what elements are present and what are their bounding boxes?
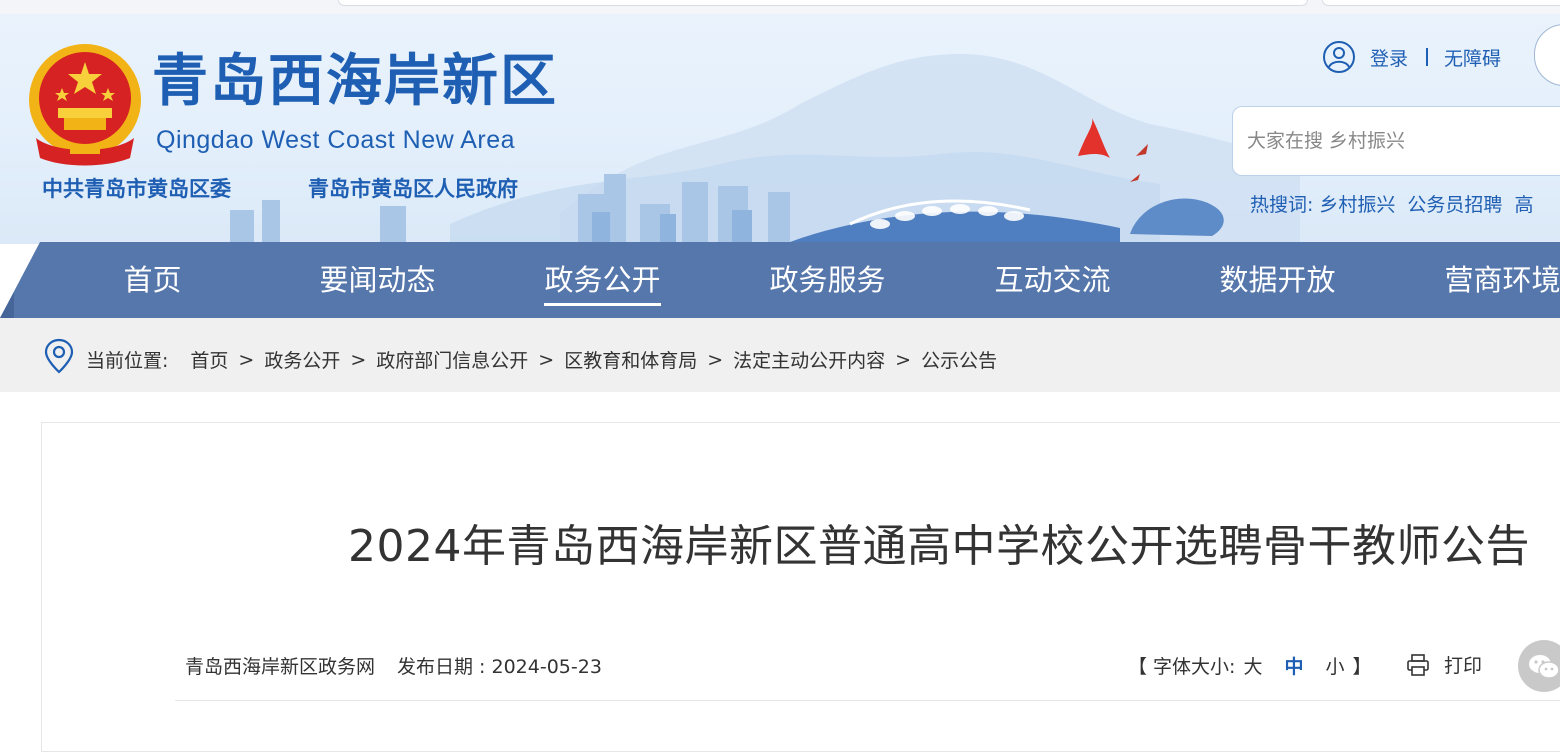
login-link[interactable]: 登录	[1370, 44, 1408, 71]
breadcrumb-separator: >	[238, 348, 255, 371]
site-header: 青岛西海岸新区 Qingdao West Coast New Area 中共青岛…	[0, 14, 1560, 244]
article-card	[41, 422, 1560, 752]
search-box	[1232, 106, 1560, 176]
hot-search-label: 热搜词:	[1250, 194, 1314, 216]
hot-word-truncated[interactable]: 高	[1514, 190, 1533, 217]
wechat-icon	[1529, 655, 1560, 679]
breadcrumb-label: 当前位置:	[86, 350, 169, 372]
font-size-large[interactable]: 大	[1243, 652, 1262, 679]
breadcrumb-separator: >	[350, 348, 367, 371]
nav-gov-affairs-disclosure[interactable]: 政务公开	[490, 242, 715, 318]
breadcrumb-announcements[interactable]: 公示公告	[921, 346, 997, 373]
site-subtitle-english: Qingdao West Coast New Area	[156, 126, 516, 154]
print-button[interactable]: 打印	[1406, 651, 1482, 678]
main-nav: 首页 要闻动态 政务公开 政务服务 互动交流 数据开放 营商环境	[0, 242, 1560, 318]
font-size-medium[interactable]: 中	[1284, 652, 1303, 679]
wechat-share-icon[interactable]	[1518, 640, 1560, 692]
breadcrumb-home[interactable]: 首页	[190, 346, 228, 373]
location-pin-icon	[44, 338, 74, 374]
meta-divider	[175, 700, 1560, 701]
breadcrumb-gov-affairs[interactable]: 政务公开	[264, 346, 340, 373]
publish-date: 2024-05-23	[491, 656, 602, 678]
hot-word-civil-servant-recruit[interactable]: 公务员招聘	[1407, 190, 1502, 217]
article-meta: 青岛西海岸新区政务网 发布日期 : 2024-05-23	[185, 652, 602, 679]
nav-interaction[interactable]: 互动交流	[940, 242, 1165, 318]
nav-business-env[interactable]: 营商环境	[1390, 242, 1560, 318]
breadcrumb-separator: >	[538, 348, 555, 371]
site-title: 青岛西海岸新区	[152, 49, 558, 114]
browser-top-strip	[0, 0, 1560, 14]
nav-news[interactable]: 要闻动态	[265, 242, 490, 318]
breadcrumb: 当前位置: 首页 > 政务公开 > 政府部门信息公开 > 区教育和体育局 > 法…	[86, 346, 997, 373]
breadcrumb-statutory-content[interactable]: 法定主动公开内容	[733, 346, 885, 373]
hot-search-words: 热搜词: 乡村振兴 公务员招聘 高	[1250, 190, 1545, 217]
breadcrumb-separator: >	[895, 348, 912, 371]
org-party-committee: 中共青岛市黄岛区委	[42, 177, 231, 201]
font-size-bracket-close: 】	[1352, 656, 1372, 678]
search-input[interactable]	[1247, 126, 1560, 156]
accessibility-link[interactable]: 无障碍	[1444, 44, 1501, 71]
font-size-control: 【 字体大小: 大 中 小 】	[1128, 652, 1372, 679]
divider	[1426, 48, 1429, 66]
national-emblem-logo	[29, 44, 141, 166]
top-input-edge	[338, 0, 1308, 6]
breadcrumb-separator: >	[707, 348, 724, 371]
publish-date-label: 发布日期 :	[397, 656, 492, 678]
print-label: 打印	[1444, 655, 1483, 677]
nav-home[interactable]: 首页	[40, 242, 265, 318]
user-links: 登录 无障碍	[1322, 40, 1501, 74]
user-icon[interactable]	[1322, 40, 1356, 74]
breadcrumb-dept-info[interactable]: 政府部门信息公开	[376, 346, 528, 373]
nav-gov-services[interactable]: 政务服务	[715, 242, 940, 318]
breadcrumb-education-bureau[interactable]: 区教育和体育局	[564, 346, 697, 373]
article-source: 青岛西海岸新区政务网	[185, 656, 376, 678]
top-input-edge-right	[1322, 0, 1560, 6]
font-size-small[interactable]: 小	[1325, 652, 1344, 679]
article-title: 2024年青岛西海岸新区普通高中学校公开选聘骨干教师公告	[348, 521, 1530, 572]
font-size-label: 【 字体大小:	[1128, 656, 1236, 678]
nav-open-data[interactable]: 数据开放	[1165, 242, 1390, 318]
printer-icon	[1407, 653, 1429, 676]
hot-word-rural-revitalization[interactable]: 乡村振兴	[1319, 190, 1395, 217]
org-government: 青岛市黄岛区人民政府	[308, 177, 518, 201]
